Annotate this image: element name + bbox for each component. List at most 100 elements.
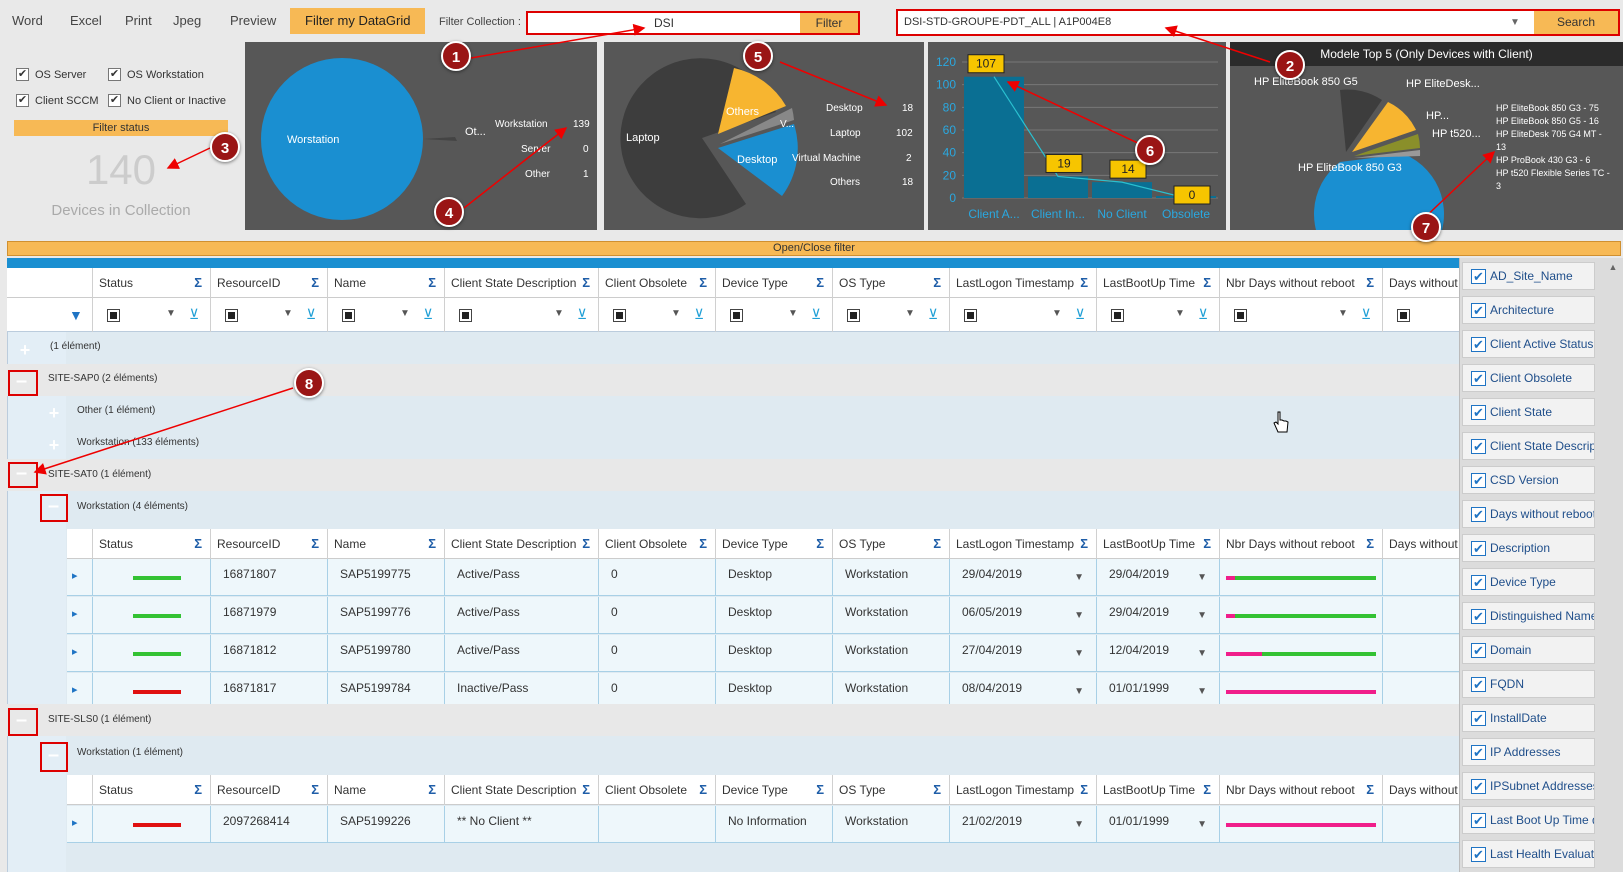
sum-icon[interactable]: Σ <box>699 529 707 559</box>
table-row[interactable]: 16871812 SAP5199780 Active/Pass 0 Desktop Wor… <box>67 635 1459 672</box>
chevron-down-icon[interactable]: ▼ <box>1052 308 1062 319</box>
jpeg-export-button[interactable]: Jpeg <box>173 10 201 32</box>
column-header[interactable]: Device Type Σ <box>715 529 832 559</box>
column-header[interactable]: OS Type Σ <box>832 775 949 805</box>
clear-filter-icon[interactable]: ⊻ <box>811 306 821 323</box>
sum-icon[interactable]: Σ <box>1366 529 1374 559</box>
collapse-button[interactable]: – <box>8 462 38 488</box>
row-expand-icon[interactable]: ▸ <box>72 645 78 658</box>
clear-filter-icon[interactable]: ⊻ <box>1361 306 1371 323</box>
sum-icon[interactable]: Σ <box>699 775 707 805</box>
sum-icon[interactable]: Σ <box>1080 775 1088 805</box>
field-toggle[interactable]: ✔ IP Addresses <box>1462 738 1595 766</box>
column-header[interactable]: LastLogon Timestamp Σ <box>949 529 1096 559</box>
collapse-button[interactable]: – <box>40 494 68 522</box>
expand-icon[interactable]: + <box>16 341 34 360</box>
scroll-up-icon[interactable]: ▲ <box>1606 262 1620 276</box>
collection-select[interactable]: DSI-STD-GROUPE-PDT_ALL | A1P004E8 <box>904 11 1111 34</box>
table-row[interactable]: 16871807 SAP5199775 Active/Pass 0 Desktop Wor… <box>67 559 1459 596</box>
chevron-down-icon[interactable]: ▼ <box>1197 563 1207 593</box>
row-expand-icon[interactable]: ▸ <box>72 569 78 582</box>
row-expand-icon[interactable]: ▸ <box>72 607 78 620</box>
filter-checkbox[interactable] <box>964 309 977 322</box>
chevron-down-icon[interactable]: ▼ <box>1197 601 1207 631</box>
filter-status-button[interactable]: Filter status <box>14 120 228 136</box>
column-header[interactable]: Client Obsolete Σ <box>598 529 715 559</box>
filter-datagrid-button[interactable]: Filter my DataGrid <box>290 8 426 34</box>
sum-icon[interactable]: Σ <box>582 529 590 559</box>
column-header[interactable]: Client Obsolete Σ <box>598 775 715 805</box>
sum-icon[interactable]: Σ <box>582 268 590 298</box>
field-toggle[interactable]: ✔ Device Type <box>1462 568 1595 596</box>
sum-icon[interactable]: Σ <box>194 529 202 559</box>
column-header[interactable]: Client State Description Σ <box>444 775 598 805</box>
sum-icon[interactable]: Σ <box>428 529 436 559</box>
chevron-down-icon[interactable]: ▼ <box>1074 639 1084 669</box>
checkbox-no-client[interactable]: ✔ No Client or Inactive <box>108 94 226 107</box>
column-header[interactable]: Status Σ <box>92 268 210 298</box>
checkbox-os-server[interactable]: ✔ OS Server <box>16 68 86 81</box>
field-toggle[interactable]: ✔ IPSubnet Addresses <box>1462 772 1595 800</box>
table-row[interactable]: 16871979 SAP5199776 Active/Pass 0 Desktop Wor… <box>67 597 1459 634</box>
field-toggle[interactable]: ✔ CSD Version <box>1462 466 1595 494</box>
chevron-down-icon[interactable]: ▼ <box>1074 677 1084 707</box>
chevron-down-icon[interactable]: ▼ <box>1510 17 1520 28</box>
sum-icon[interactable]: Σ <box>311 268 319 298</box>
clear-filter-icon[interactable]: ⊻ <box>423 306 433 323</box>
sum-icon[interactable]: Σ <box>699 268 707 298</box>
sum-icon[interactable]: Σ <box>816 268 824 298</box>
field-toggle[interactable]: ✔ Architecture <box>1462 296 1595 324</box>
sum-icon[interactable]: Σ <box>1080 529 1088 559</box>
column-header[interactable]: Client Obsolete Σ <box>598 268 715 298</box>
chevron-down-icon[interactable]: ▼ <box>400 308 410 319</box>
field-toggle[interactable]: ✔ Last Boot Up Time d <box>1462 806 1595 834</box>
chevron-down-icon[interactable]: ▼ <box>671 308 681 319</box>
chevron-down-icon[interactable]: ▼ <box>166 308 176 319</box>
sum-icon[interactable]: Σ <box>933 529 941 559</box>
column-header[interactable]: Days without <box>1382 529 1460 559</box>
bar[interactable] <box>1028 176 1088 198</box>
chevron-down-icon[interactable]: ▼ <box>554 308 564 319</box>
field-toggle[interactable]: ✔ InstallDate <box>1462 704 1595 732</box>
bar[interactable] <box>964 76 1024 198</box>
chevron-down-icon[interactable]: ▼ <box>1074 810 1084 840</box>
field-toggle[interactable]: ✔ Description <box>1462 534 1595 562</box>
field-toggle[interactable]: ✔ Client State Descript <box>1462 432 1595 460</box>
column-header[interactable]: Nbr Days without reboot Σ <box>1219 529 1382 559</box>
sum-icon[interactable]: Σ <box>1366 775 1374 805</box>
filter-checkbox[interactable] <box>730 309 743 322</box>
column-header[interactable]: Client State Description Σ <box>444 529 598 559</box>
field-toggle[interactable]: ✔ Client State <box>1462 398 1595 426</box>
column-header[interactable]: Nbr Days without reboot Σ <box>1219 268 1382 298</box>
column-header[interactable]: Status Σ <box>92 775 210 805</box>
sum-icon[interactable]: Σ <box>311 775 319 805</box>
preview-button[interactable]: Preview <box>230 10 276 32</box>
row-expand-icon[interactable]: ▸ <box>72 816 78 829</box>
sum-icon[interactable]: Σ <box>1203 268 1211 298</box>
expand-icon[interactable]: + <box>45 404 63 423</box>
column-header[interactable]: Days without <box>1382 775 1460 805</box>
chevron-down-icon[interactable]: ▼ <box>1197 639 1207 669</box>
sum-icon[interactable]: Σ <box>582 775 590 805</box>
row-expand-icon[interactable]: ▸ <box>72 683 78 696</box>
clear-filter-icon[interactable]: ⊻ <box>694 306 704 323</box>
column-header[interactable]: Device Type Σ <box>715 775 832 805</box>
filter-checkbox[interactable] <box>1234 309 1247 322</box>
sum-icon[interactable]: Σ <box>933 268 941 298</box>
column-header[interactable]: Name Σ <box>327 268 444 298</box>
field-toggle[interactable]: ✔ AD_Site_Name <box>1462 262 1595 290</box>
search-button[interactable]: Search <box>1534 11 1618 34</box>
chevron-down-icon[interactable]: ▼ <box>1175 308 1185 319</box>
clear-filter-icon[interactable]: ⊻ <box>1198 306 1208 323</box>
expand-icon[interactable]: + <box>45 436 63 455</box>
column-header[interactable]: ResourceID Σ <box>210 775 327 805</box>
collapse-button[interactable]: – <box>40 742 68 772</box>
field-toggle[interactable]: ✔ Last Health Evaluatic <box>1462 840 1595 868</box>
checkbox-os-workstation[interactable]: ✔ OS Workstation <box>108 68 204 81</box>
sum-icon[interactable]: Σ <box>428 268 436 298</box>
sum-icon[interactable]: Σ <box>1080 268 1088 298</box>
collapse-button[interactable]: – <box>8 708 38 736</box>
open-close-filter-button[interactable]: Open/Close filter <box>7 241 1621 256</box>
filter-checkbox[interactable] <box>225 309 238 322</box>
filter-button[interactable]: Filter <box>800 13 858 33</box>
